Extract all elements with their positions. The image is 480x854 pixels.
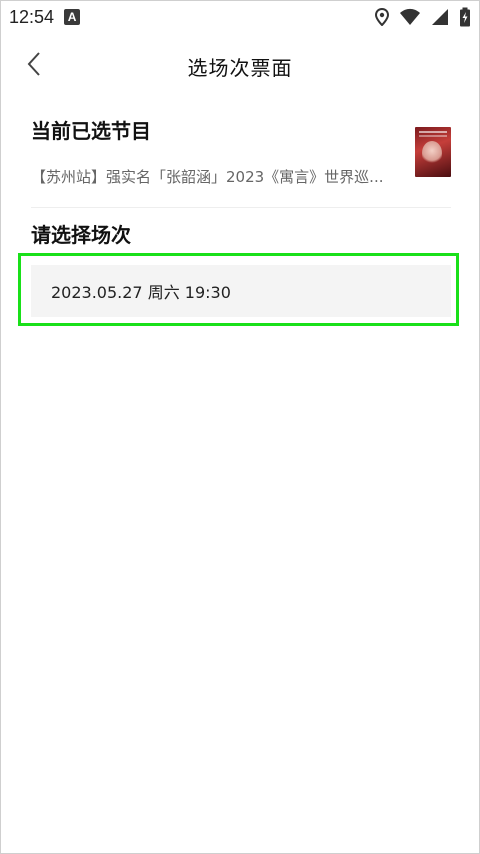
session-label: 2023.05.27 周六 19:30	[51, 283, 231, 302]
battery-charging-icon	[459, 7, 471, 27]
session-item[interactable]: 2023.05.27 周六 19:30	[31, 265, 451, 317]
header: 选场次票面	[1, 39, 479, 95]
location-icon	[375, 8, 389, 26]
status-icons	[375, 7, 471, 27]
notification-a-icon: A	[64, 9, 81, 25]
app-screen: 12:54 A 选场次票面 当前已选节目 【苏州站】强实名「张韶涵」2023《寓…	[0, 0, 480, 854]
poster-title-lines	[419, 131, 447, 133]
status-left: 12:54 A	[9, 6, 81, 28]
signal-icon	[431, 8, 449, 26]
program-name: 【苏州站】强实名「张韶涵」2023《寓言》世界巡...	[31, 168, 384, 186]
status-time: 12:54	[9, 6, 55, 27]
poster-face	[422, 141, 442, 165]
choose-session-heading: 请选择场次	[31, 223, 131, 247]
status-bar: 12:54 A	[1, 1, 479, 33]
wifi-icon	[399, 8, 421, 26]
page-title: 选场次票面	[187, 56, 293, 80]
poster-thumbnail	[415, 127, 451, 177]
selected-program-section: 当前已选节目 【苏州站】强实名「张韶涵」2023《寓言》世界巡...	[31, 119, 451, 208]
selected-program-heading: 当前已选节目	[31, 119, 151, 143]
